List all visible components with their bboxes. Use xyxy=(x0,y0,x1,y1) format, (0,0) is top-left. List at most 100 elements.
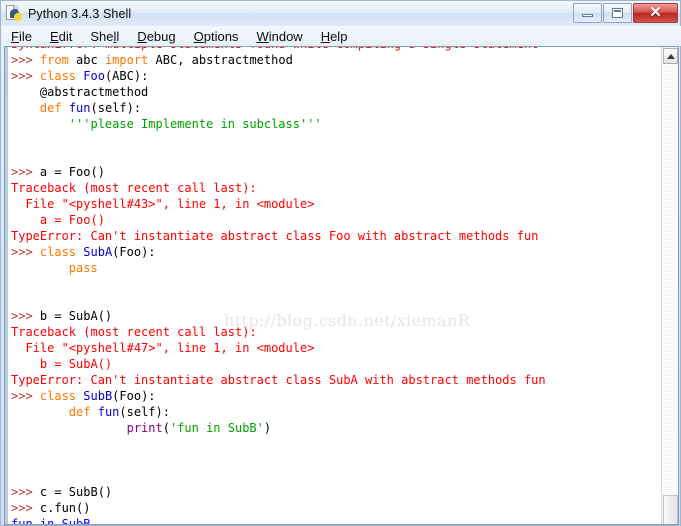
minimize-icon xyxy=(582,14,593,17)
shell-token-prompt: >>> xyxy=(11,501,40,515)
shell-token-prompt: >>> xyxy=(11,309,40,323)
close-icon: ✕ xyxy=(649,4,662,21)
shell-token-plain: a = Foo() xyxy=(39,165,105,179)
shell-line: File "<pyshell#43>", line 1, in <module> xyxy=(11,196,661,212)
vertical-scrollbar[interactable] xyxy=(661,47,678,524)
shell-token-plain: (self): xyxy=(90,101,142,115)
menu-item-shell[interactable]: Shell xyxy=(81,28,128,45)
shell-token-plain xyxy=(62,101,69,115)
shell-line: >>> class SubA(Foo): xyxy=(11,244,661,260)
shell-code-lines[interactable]: SyntaxError: multiple statements found w… xyxy=(8,47,661,524)
shell-line: >>> c.fun() xyxy=(11,500,661,516)
shell-line xyxy=(11,468,661,484)
shell-token-plain xyxy=(90,405,97,419)
title-bar[interactable]: Python 3.4.3 Shell ✕ xyxy=(1,1,680,26)
scrollbar-thumb[interactable] xyxy=(663,495,678,524)
shell-token-prompt: >>> xyxy=(11,165,40,179)
scroll-up-button[interactable] xyxy=(663,48,678,64)
shell-line: >>> a = Foo() xyxy=(11,164,661,180)
shell-token-plain: (Foo): xyxy=(112,245,156,259)
shell-token-name: fun xyxy=(97,405,120,419)
shell-token-plain: (self): xyxy=(119,405,170,419)
shell-line: Traceback (most recent call last): xyxy=(11,180,661,196)
shell-line: pass xyxy=(11,260,661,276)
shell-token-kw: def xyxy=(39,101,62,115)
shell-token-plain: c = SubB() xyxy=(39,485,113,499)
shell-line xyxy=(11,436,661,452)
shell-line xyxy=(11,452,661,468)
shell-token-kw: pass xyxy=(68,261,98,275)
shell-line: fun in SubB xyxy=(11,516,661,524)
menu-item-help[interactable]: Help xyxy=(312,28,357,45)
shell-token-prompt: >>> xyxy=(11,485,40,499)
shell-token-kw: class xyxy=(39,69,77,83)
shell-line: def fun(self): xyxy=(11,404,661,420)
scroll-up-arrow-icon xyxy=(666,53,675,59)
shell-token-prompt: >>> xyxy=(11,69,40,83)
shell-token-kw: import xyxy=(104,53,149,67)
shell-line: >>> class SubB(Foo): xyxy=(11,388,661,404)
menu-item-debug[interactable]: Debug xyxy=(128,28,184,45)
python-idle-shell-window: Python 3.4.3 Shell ✕ File Edit Shell Deb… xyxy=(0,0,681,526)
shell-token-builtin: print xyxy=(126,421,163,435)
shell-token-prompt: >>> xyxy=(11,245,40,259)
shell-token-name: Foo xyxy=(83,69,105,83)
shell-token-err: a = Foo() xyxy=(11,213,105,227)
shell-line: >>> b = SubA() xyxy=(11,308,661,324)
shell-token-err: File "<pyshell#47>", line 1, in <module> xyxy=(11,341,315,355)
shell-token-plain xyxy=(11,101,40,115)
shell-token-kw: class xyxy=(39,245,77,259)
menu-item-window[interactable]: Window xyxy=(247,28,311,45)
shell-token-err: b = SubA() xyxy=(11,357,113,371)
shell-line: >>> class Foo(ABC): xyxy=(11,68,661,84)
minimize-button[interactable] xyxy=(573,2,602,23)
shell-line: TypeError: Can't instantiate abstract cl… xyxy=(11,228,661,244)
shell-token-plain: ( xyxy=(162,421,170,435)
shell-token-plain: ABC, abstractmethod xyxy=(148,53,293,67)
shell-line: >>> c = SubB() xyxy=(11,484,661,500)
shell-line: TypeError: Can't instantiate abstract cl… xyxy=(11,372,661,388)
shell-line xyxy=(11,292,661,308)
shell-token-err: SyntaxError: multiple statements found w… xyxy=(11,47,538,51)
shell-token-err: Traceback (most recent call last): xyxy=(11,325,257,339)
menu-item-file[interactable]: File xyxy=(2,28,41,45)
shell-line: b = SubA() xyxy=(11,356,661,372)
shell-token-plain: abc xyxy=(68,53,105,67)
shell-token-kw: from xyxy=(39,53,69,67)
window-frame: Python 3.4.3 Shell ✕ File Edit Shell Deb… xyxy=(0,0,681,526)
shell-token-kw: def xyxy=(68,405,91,419)
shell-token-err: Traceback (most recent call last): xyxy=(11,181,257,195)
maximize-button[interactable] xyxy=(603,2,632,23)
shell-token-str: 'fun in SubB' xyxy=(169,421,264,435)
shell-token-name: SubA xyxy=(83,245,113,259)
maximize-icon xyxy=(612,7,623,18)
shell-token-str: '''please Implemente in subclass''' xyxy=(68,117,322,131)
shell-line: '''please Implemente in subclass''' xyxy=(11,116,661,132)
shell-token-prompt: >>> xyxy=(11,53,40,67)
menu-item-options[interactable]: Options xyxy=(185,28,248,45)
shell-token-plain: ) xyxy=(263,421,272,435)
shell-token-plain: (ABC): xyxy=(104,69,149,83)
shell-token-name: fun xyxy=(68,101,91,115)
shell-token-plain: b = SubA() xyxy=(39,309,113,323)
shell-token-plain xyxy=(11,117,69,131)
shell-token-kw: class xyxy=(39,389,77,403)
menu-bar: File Edit Shell Debug Options Window Hel… xyxy=(2,26,681,46)
shell-token-name: SubB xyxy=(83,389,113,403)
shell-text-pane[interactable]: SyntaxError: multiple statements found w… xyxy=(5,47,661,524)
shell-token-err: TypeError: Can't instantiate abstract cl… xyxy=(11,229,539,243)
shell-token-err: File "<pyshell#43>", line 1, in <module> xyxy=(11,197,315,211)
shell-line: Traceback (most recent call last): xyxy=(11,324,661,340)
shell-token-err: TypeError: Can't instantiate abstract cl… xyxy=(11,373,546,387)
menu-item-edit[interactable]: Edit xyxy=(41,28,81,45)
shell-token-prompt: >>> xyxy=(11,389,40,403)
shell-line xyxy=(11,276,661,292)
shell-token-out: fun in SubB xyxy=(11,517,91,524)
shell-output-area[interactable]: SyntaxError: multiple statements found w… xyxy=(4,46,679,525)
shell-token-plain: c.fun() xyxy=(39,501,91,515)
shell-line: print('fun in SubB') xyxy=(11,420,661,436)
close-button[interactable]: ✕ xyxy=(633,2,678,23)
shell-line: def fun(self): xyxy=(11,100,661,116)
shell-token-plain xyxy=(11,405,69,419)
shell-line: @abstractmethod xyxy=(11,84,661,100)
